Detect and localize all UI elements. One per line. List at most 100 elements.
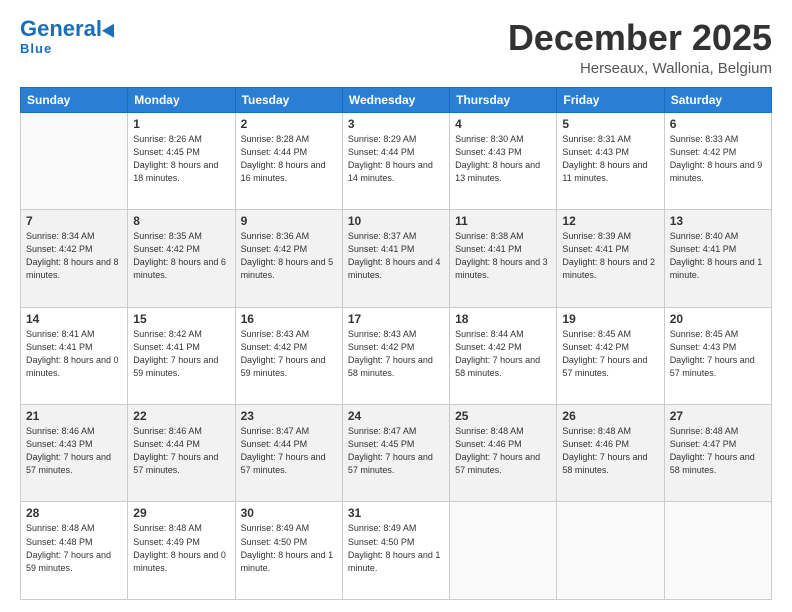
table-row: 28Sunrise: 8:48 AM Sunset: 4:48 PM Dayli… <box>21 502 128 600</box>
day-detail: Sunrise: 8:48 AM Sunset: 4:48 PM Dayligh… <box>26 522 122 574</box>
day-number: 10 <box>348 214 444 228</box>
table-row: 18 Sunrise: 8:44 AM Sunset: 4:42 PM Dayli… <box>450 307 557 404</box>
day-number: 12 <box>562 214 658 228</box>
page: General Blue December 2025 Herseaux, Wal… <box>0 0 792 612</box>
table-row: 26 Sunrise: 8:48 AM Sunset: 4:46 PM Dayli… <box>557 405 664 502</box>
table-row: 23Sunrise: 8:47 AM Sunset: 4:44 PM Dayli… <box>235 405 342 502</box>
day-detail: Sunrise: 8:43 AM Sunset: 4:42 PM Dayligh… <box>348 328 444 380</box>
day-detail: Sunrise: 8:34 AM Sunset: 4:42 PM Dayligh… <box>26 230 122 282</box>
logo-general: General <box>20 18 102 40</box>
day-number: 18 <box>455 312 551 326</box>
calendar-header-row: Sunday Monday Tuesday Wednesday Thursday… <box>21 87 772 112</box>
table-row: 10 Sunrise: 8:37 AM Sunset: 4:41 PM Dayli… <box>342 210 449 307</box>
day-detail: Sunrise: 8:45 AM Sunset: 4:42 PM Dayligh… <box>562 328 658 380</box>
day-detail: Sunrise: 8:48 AM Sunset: 4:46 PM Dayligh… <box>562 425 658 477</box>
day-detail: Sunrise: 8:45 AM Sunset: 4:43 PM Dayligh… <box>670 328 766 380</box>
day-number: 27 <box>670 409 766 423</box>
day-number: 9 <box>241 214 337 228</box>
day-number: 2 <box>241 117 337 131</box>
day-number: 21 <box>26 409 122 423</box>
table-row: 15 Sunrise: 8:42 AM Sunset: 4:41 PM Dayli… <box>128 307 235 404</box>
table-row: 8 Sunrise: 8:35 AM Sunset: 4:42 PM Daylig… <box>128 210 235 307</box>
logo-blue: Blue <box>20 41 52 56</box>
table-row: 14 Sunrise: 8:41 AM Sunset: 4:41 PM Dayli… <box>21 307 128 404</box>
day-number: 17 <box>348 312 444 326</box>
day-number: 7 <box>26 214 122 228</box>
table-row: 27Sunrise: 8:48 AM Sunset: 4:47 PM Dayli… <box>664 405 771 502</box>
table-row: 25 Sunrise: 8:48 AM Sunset: 4:46 PM Dayli… <box>450 405 557 502</box>
table-row: 12 Sunrise: 8:39 AM Sunset: 4:41 PM Dayli… <box>557 210 664 307</box>
day-detail: Sunrise: 8:26 AM Sunset: 4:45 PM Dayligh… <box>133 133 229 185</box>
day-detail: Sunrise: 8:31 AM Sunset: 4:43 PM Dayligh… <box>562 133 658 185</box>
month-title: December 2025 <box>508 18 772 58</box>
col-friday: Friday <box>557 87 664 112</box>
day-detail: Sunrise: 8:44 AM Sunset: 4:42 PM Dayligh… <box>455 328 551 380</box>
day-number: 26 <box>562 409 658 423</box>
day-detail: Sunrise: 8:48 AM Sunset: 4:46 PM Dayligh… <box>455 425 551 477</box>
calendar-week-row: 7 Sunrise: 8:34 AM Sunset: 4:42 PM Daylig… <box>21 210 772 307</box>
day-number: 15 <box>133 312 229 326</box>
day-detail: Sunrise: 8:42 AM Sunset: 4:41 PM Dayligh… <box>133 328 229 380</box>
day-detail: Sunrise: 8:30 AM Sunset: 4:43 PM Dayligh… <box>455 133 551 185</box>
calendar-table: Sunday Monday Tuesday Wednesday Thursday… <box>20 87 772 600</box>
table-row: 6 Sunrise: 8:33 AM Sunset: 4:42 PM Daylig… <box>664 112 771 209</box>
table-row <box>450 502 557 600</box>
table-row <box>664 502 771 600</box>
table-row: 3 Sunrise: 8:29 AM Sunset: 4:44 PM Daylig… <box>342 112 449 209</box>
col-thursday: Thursday <box>450 87 557 112</box>
logo: General Blue <box>20 18 118 56</box>
day-number: 5 <box>562 117 658 131</box>
day-detail: Sunrise: 8:41 AM Sunset: 4:41 PM Dayligh… <box>26 328 122 380</box>
day-detail: Sunrise: 8:36 AM Sunset: 4:42 PM Dayligh… <box>241 230 337 282</box>
logo-triangle-icon <box>102 20 120 37</box>
day-detail: Sunrise: 8:37 AM Sunset: 4:41 PM Dayligh… <box>348 230 444 282</box>
calendar-week-row: 21 Sunrise: 8:46 AM Sunset: 4:43 PM Dayli… <box>21 405 772 502</box>
calendar-week-row: 1 Sunrise: 8:26 AM Sunset: 4:45 PM Daylig… <box>21 112 772 209</box>
table-row: 20 Sunrise: 8:45 AM Sunset: 4:43 PM Dayli… <box>664 307 771 404</box>
table-row: 29Sunrise: 8:48 AM Sunset: 4:49 PM Dayli… <box>128 502 235 600</box>
day-detail: Sunrise: 8:46 AM Sunset: 4:43 PM Dayligh… <box>26 425 122 477</box>
col-tuesday: Tuesday <box>235 87 342 112</box>
col-monday: Monday <box>128 87 235 112</box>
table-row: 24Sunrise: 8:47 AM Sunset: 4:45 PM Dayli… <box>342 405 449 502</box>
col-sunday: Sunday <box>21 87 128 112</box>
day-number: 30 <box>241 506 337 520</box>
title-block: December 2025 Herseaux, Wallonia, Belgiu… <box>508 18 772 77</box>
day-detail: Sunrise: 8:29 AM Sunset: 4:44 PM Dayligh… <box>348 133 444 185</box>
table-row: 22 Sunrise: 8:46 AM Sunset: 4:44 PM Dayli… <box>128 405 235 502</box>
day-detail: Sunrise: 8:28 AM Sunset: 4:44 PM Dayligh… <box>241 133 337 185</box>
table-row: 16 Sunrise: 8:43 AM Sunset: 4:42 PM Dayli… <box>235 307 342 404</box>
table-row: 13Sunrise: 8:40 AM Sunset: 4:41 PM Dayli… <box>664 210 771 307</box>
day-detail: Sunrise: 8:40 AM Sunset: 4:41 PM Dayligh… <box>670 230 766 282</box>
header: General Blue December 2025 Herseaux, Wal… <box>20 18 772 77</box>
day-number: 14 <box>26 312 122 326</box>
day-detail: Sunrise: 8:33 AM Sunset: 4:42 PM Dayligh… <box>670 133 766 185</box>
day-number: 16 <box>241 312 337 326</box>
table-row: 31Sunrise: 8:49 AM Sunset: 4:50 PM Dayli… <box>342 502 449 600</box>
table-row: 30Sunrise: 8:49 AM Sunset: 4:50 PM Dayli… <box>235 502 342 600</box>
day-number: 3 <box>348 117 444 131</box>
table-row: 21 Sunrise: 8:46 AM Sunset: 4:43 PM Dayli… <box>21 405 128 502</box>
calendar-week-row: 28Sunrise: 8:48 AM Sunset: 4:48 PM Dayli… <box>21 502 772 600</box>
day-detail: Sunrise: 8:38 AM Sunset: 4:41 PM Dayligh… <box>455 230 551 282</box>
day-detail: Sunrise: 8:47 AM Sunset: 4:45 PM Dayligh… <box>348 425 444 477</box>
day-number: 6 <box>670 117 766 131</box>
col-saturday: Saturday <box>664 87 771 112</box>
day-number: 1 <box>133 117 229 131</box>
day-number: 20 <box>670 312 766 326</box>
day-number: 11 <box>455 214 551 228</box>
day-number: 29 <box>133 506 229 520</box>
table-row: 11 Sunrise: 8:38 AM Sunset: 4:41 PM Dayli… <box>450 210 557 307</box>
table-row: 7 Sunrise: 8:34 AM Sunset: 4:42 PM Daylig… <box>21 210 128 307</box>
day-detail: Sunrise: 8:39 AM Sunset: 4:41 PM Dayligh… <box>562 230 658 282</box>
day-number: 8 <box>133 214 229 228</box>
day-detail: Sunrise: 8:46 AM Sunset: 4:44 PM Dayligh… <box>133 425 229 477</box>
table-row: 1 Sunrise: 8:26 AM Sunset: 4:45 PM Daylig… <box>128 112 235 209</box>
day-number: 25 <box>455 409 551 423</box>
day-number: 4 <box>455 117 551 131</box>
day-number: 22 <box>133 409 229 423</box>
table-row <box>21 112 128 209</box>
table-row: 2 Sunrise: 8:28 AM Sunset: 4:44 PM Daylig… <box>235 112 342 209</box>
day-detail: Sunrise: 8:43 AM Sunset: 4:42 PM Dayligh… <box>241 328 337 380</box>
day-detail: Sunrise: 8:35 AM Sunset: 4:42 PM Dayligh… <box>133 230 229 282</box>
